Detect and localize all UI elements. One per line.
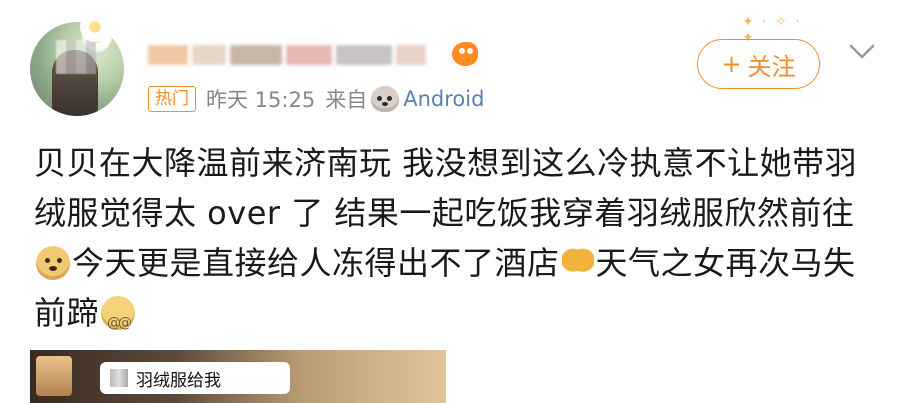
hot-tag[interactable]: 热门 xyxy=(148,86,196,112)
follow-button[interactable]: + 关注 xyxy=(697,39,820,89)
post-time: 昨天 15:25 xyxy=(206,88,316,112)
dizzy-emoji-icon xyxy=(101,296,136,348)
username-blur-block xyxy=(286,45,332,65)
doge-emoji-icon xyxy=(36,246,70,280)
image-thumbnail xyxy=(36,356,72,396)
fox-emoji-icon xyxy=(452,42,478,66)
post-content: 贝贝在大降温前来济南玩 我没想到这么冷执意不让她带羽绒服觉得太 over 了 结… xyxy=(34,138,884,348)
username[interactable] xyxy=(148,40,438,70)
dog-icon xyxy=(371,86,400,112)
username-blur-block xyxy=(336,45,392,65)
image-preview[interactable]: 羽绒服给我 xyxy=(30,350,446,403)
post-meta: 热门 昨天 15:25 来自 Android xyxy=(148,84,484,114)
follow-label: 关注 xyxy=(747,52,796,81)
daisy-badge-icon xyxy=(82,14,108,40)
censor-block xyxy=(110,369,128,387)
avatar-mosaic xyxy=(56,40,96,74)
image-caption: 羽绒服给我 xyxy=(136,370,221,391)
plus-icon: + xyxy=(721,50,742,78)
sparkle-decoration: ✦ · ✧ · ✦ xyxy=(742,14,802,46)
username-blur-block xyxy=(148,45,188,65)
source-name[interactable]: Android xyxy=(403,87,484,111)
username-blur-block xyxy=(230,45,282,65)
username-blur-block xyxy=(396,45,426,65)
chevron-down-icon[interactable] xyxy=(848,42,876,62)
post-text-segment-2: 今天更是直接给人冻得出不了酒店 xyxy=(72,244,560,282)
post-text-segment-1: 贝贝在大降温前来济南玩 我没想到这么冷执意不让她带羽绒服觉得太 over 了 结… xyxy=(34,144,858,232)
username-blur-block xyxy=(192,45,226,65)
avatar[interactable] xyxy=(30,22,124,116)
post-source[interactable]: 来自 Android xyxy=(325,84,484,114)
image-caption-bubble: 羽绒服给我 xyxy=(100,362,290,394)
pray-emoji-icon xyxy=(561,244,594,280)
source-prefix: 来自 xyxy=(325,88,368,112)
